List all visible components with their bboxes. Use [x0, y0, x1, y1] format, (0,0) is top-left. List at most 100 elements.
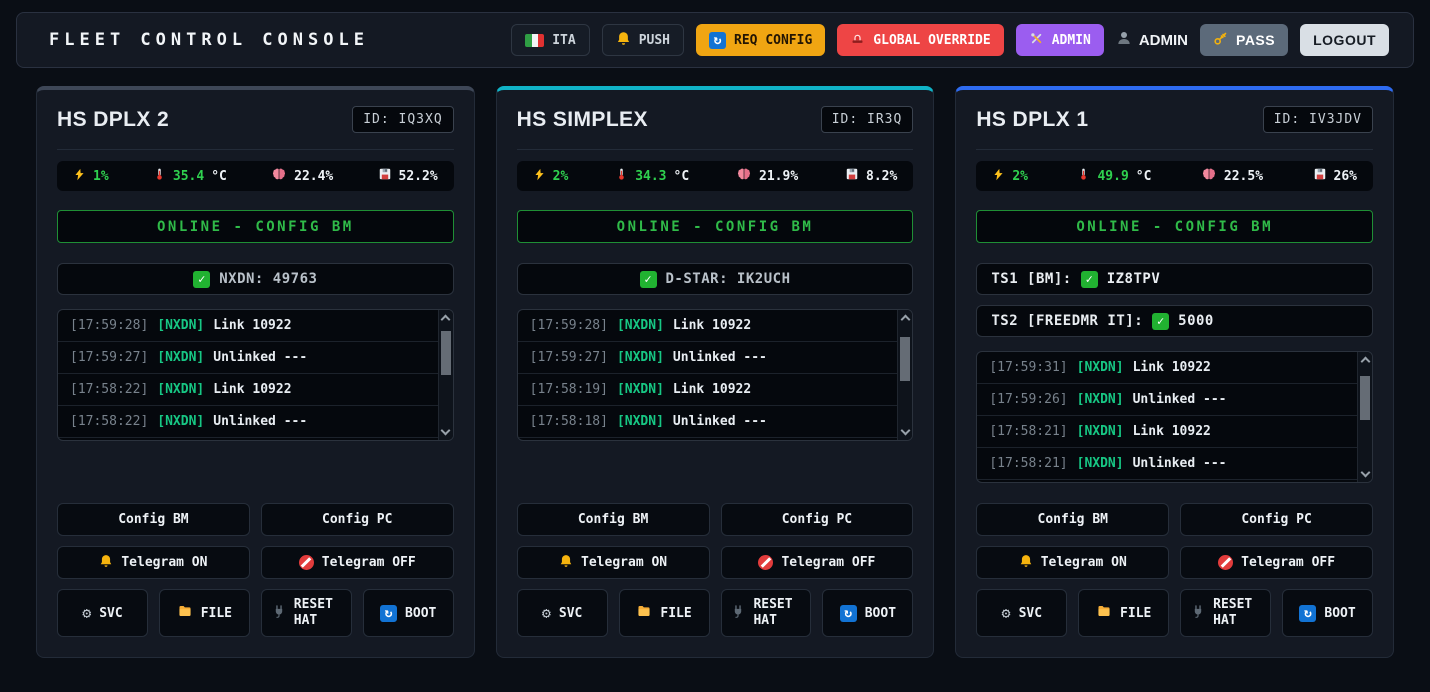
divider [517, 149, 914, 150]
file-button[interactable]: FILE [619, 589, 710, 637]
check-icon: ✓ [1152, 313, 1169, 330]
memory-stat: 8.2% [845, 167, 897, 185]
folder-icon [177, 604, 193, 622]
link-label: TS2 [FREEDMR IT]: [991, 313, 1143, 329]
no-entry-icon [758, 555, 773, 570]
refresh-icon: ↻ [840, 605, 857, 622]
device-id-badge: ID: IQ3XQ [352, 106, 453, 133]
log-row: [17:58:18][NXDN]Unlinked --- [518, 406, 898, 438]
scrollbar-track[interactable] [898, 325, 912, 425]
status-banner: ONLINE - CONFIG BM [57, 210, 454, 243]
cpu-stat: 22.4% [271, 167, 333, 186]
boot-button[interactable]: ↻BOOT [363, 589, 454, 637]
stats-bar: 2% 34.3°C 21.9% 8.2% [517, 161, 914, 191]
bolt-icon [533, 167, 546, 186]
log-row: [17:59:28][NXDN]Link 10922 [58, 310, 438, 342]
card-actions: Config BM Config PC Telegram ON Telegram… [976, 493, 1373, 637]
global-override-button[interactable]: GLOBAL OVERRIDE [837, 24, 1003, 56]
logout-button[interactable]: LOGOUT [1300, 24, 1389, 56]
scrollbar-thumb[interactable] [900, 337, 910, 381]
svc-button[interactable]: ⚙SVC [57, 589, 148, 637]
config-bm-button[interactable]: Config BM [57, 503, 250, 536]
boot-button[interactable]: ↻BOOT [822, 589, 913, 637]
log-panel[interactable]: [17:59:28][NXDN]Link 10922 [17:59:27][NX… [517, 309, 914, 441]
log-row: [17:57:18][NXDN]Link 10922 [518, 438, 898, 440]
card-actions: Config BM Config PC Telegram ON Telegram… [57, 493, 454, 637]
link-text: NXDN: 49763 [219, 271, 317, 287]
log-panel[interactable]: [17:59:31][NXDN]Link 10922 [17:59:26][NX… [976, 351, 1373, 483]
req-config-label: REQ CONFIG [734, 33, 812, 48]
scroll-down-icon[interactable] [900, 426, 910, 436]
memory-stat: 26% [1313, 167, 1357, 185]
scrollbar-track[interactable] [1358, 367, 1372, 467]
scrollbar-thumb[interactable] [1360, 376, 1370, 420]
app-title: FLEET CONTROL CONSOLE [49, 30, 369, 50]
scroll-up-icon[interactable] [1360, 357, 1370, 367]
file-button[interactable]: FILE [1078, 589, 1169, 637]
log-panel[interactable]: [17:59:28][NXDN]Link 10922 [17:59:27][NX… [57, 309, 454, 441]
scroll-down-icon[interactable] [441, 426, 451, 436]
header: FLEET CONTROL CONSOLE ITA PUSH ↻ REQ CON… [16, 12, 1414, 68]
link-row-ts1: TS1 [BM]: ✓ IZ8TPV [976, 263, 1373, 295]
brain-icon [1201, 167, 1217, 186]
reset-hat-button[interactable]: RESET HAT [261, 589, 352, 637]
siren-icon [850, 31, 865, 50]
log-row: [17:58:21][NXDN]Link 10922 [977, 416, 1357, 448]
no-entry-icon [1218, 555, 1233, 570]
req-config-button[interactable]: ↻ REQ CONFIG [696, 24, 825, 56]
scrollbar-thumb[interactable] [441, 331, 451, 375]
telegram-off-button[interactable]: Telegram OFF [261, 546, 454, 579]
pass-button[interactable]: PASS [1200, 24, 1288, 56]
log-row: [17:59:31][NXDN]Link 10922 [977, 352, 1357, 384]
telegram-off-button[interactable]: Telegram OFF [1180, 546, 1373, 579]
telegram-on-button[interactable]: Telegram ON [976, 546, 1169, 579]
scroll-up-icon[interactable] [441, 315, 451, 325]
language-button[interactable]: ITA [511, 24, 589, 56]
config-bm-button[interactable]: Config BM [517, 503, 710, 536]
config-pc-button[interactable]: Config PC [261, 503, 454, 536]
scrollbar-track[interactable] [439, 325, 453, 425]
config-pc-button[interactable]: Config PC [1180, 503, 1373, 536]
pass-label: PASS [1236, 32, 1275, 48]
brain-icon [736, 167, 752, 186]
check-icon: ✓ [640, 271, 657, 288]
boot-button[interactable]: ↻BOOT [1282, 589, 1373, 637]
device-card-hs-simplex: HS SIMPLEX ID: IR3Q 2% 34.3°C 21.9% 8.2%… [496, 86, 935, 658]
svc-button[interactable]: ⚙SVC [976, 589, 1067, 637]
bolt-icon [73, 167, 86, 186]
no-entry-icon [299, 555, 314, 570]
divider [976, 149, 1373, 150]
gear-icon: ⚙ [1002, 606, 1011, 621]
svc-button[interactable]: ⚙SVC [517, 589, 608, 637]
telegram-on-button[interactable]: Telegram ON [517, 546, 710, 579]
bolt-icon [992, 167, 1005, 186]
bell-icon [99, 554, 113, 572]
scrollbar[interactable] [1357, 352, 1372, 482]
file-button[interactable]: FILE [159, 589, 250, 637]
refresh-icon: ↻ [380, 605, 397, 622]
admin-button[interactable]: ADMIN [1016, 24, 1104, 56]
scroll-down-icon[interactable] [1360, 468, 1370, 478]
folder-icon [1096, 604, 1112, 622]
person-icon [1116, 30, 1132, 50]
refresh-icon: ↻ [1299, 605, 1316, 622]
push-button[interactable]: PUSH [602, 24, 684, 56]
cards-row: HS DPLX 2 ID: IQ3XQ 1% 35.4°C 22.4% 52.2… [36, 86, 1394, 658]
scroll-up-icon[interactable] [900, 315, 910, 325]
log-lines: [17:59:31][NXDN]Link 10922 [17:59:26][NX… [977, 352, 1357, 482]
reset-hat-button[interactable]: RESET HAT [1180, 589, 1271, 637]
floppy-disk-icon [845, 167, 859, 185]
scrollbar[interactable] [438, 310, 453, 440]
scrollbar[interactable] [897, 310, 912, 440]
log-row: [17:59:26][NXDN]Unlinked --- [977, 384, 1357, 416]
reset-hat-button[interactable]: RESET HAT [721, 589, 812, 637]
user-label: ADMIN [1139, 32, 1188, 49]
status-banner: ONLINE - CONFIG BM [976, 210, 1373, 243]
tools-icon [1029, 31, 1044, 50]
telegram-on-button[interactable]: Telegram ON [57, 546, 250, 579]
config-pc-button[interactable]: Config PC [721, 503, 914, 536]
folder-icon [636, 604, 652, 622]
telegram-off-button[interactable]: Telegram OFF [721, 546, 914, 579]
config-bm-button[interactable]: Config BM [976, 503, 1169, 536]
battery-stat: 2% [992, 167, 1028, 186]
